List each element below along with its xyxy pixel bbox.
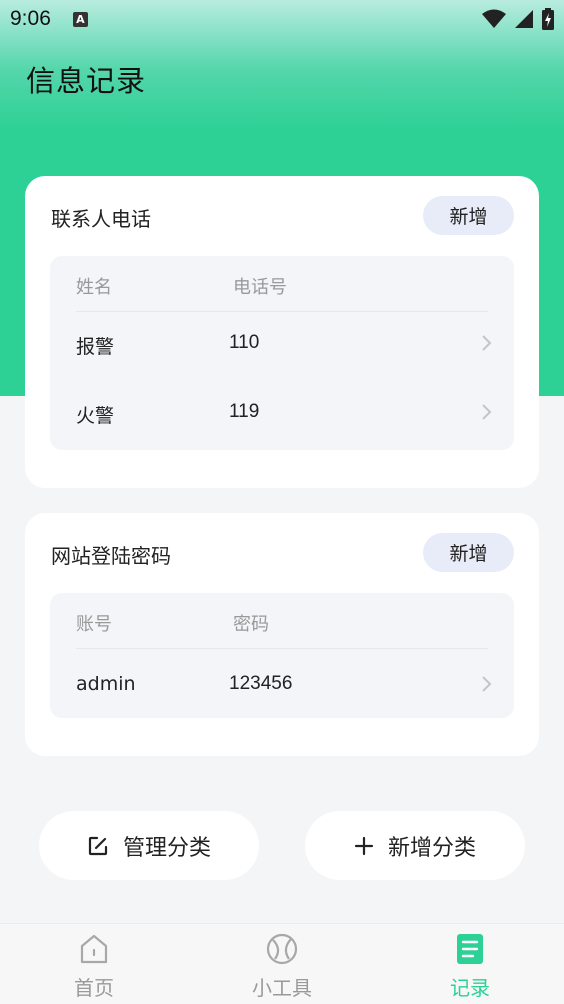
tab-label: 首页 [74,976,114,1000]
contacts-card-title: 联系人电话 [51,207,151,231]
row-name: 火警 [76,405,115,427]
battery-icon [542,8,554,30]
add-contact-button[interactable]: 新增 [423,196,514,235]
manage-category-label: 管理分类 [122,835,211,861]
row-value: 123456 [229,673,293,694]
table-header: 姓名 电话号 [50,256,514,312]
passwords-table: 账号 密码 admin 123456 [50,593,514,718]
home-icon [80,934,108,964]
chevron-right-icon [482,335,492,351]
divider [76,648,488,649]
column-header-phone: 电话号 [233,277,287,298]
edit-icon [88,836,108,855]
tab-label: 记录 [450,976,490,1000]
add-password-button[interactable]: 新增 [423,533,514,572]
bottom-tab-bar: 首页 小工具 记录 [0,923,564,1004]
passwords-card-title: 网站登陆密码 [51,544,171,568]
table-row[interactable]: admin 123456 [50,653,514,715]
table-row[interactable]: 报警 110 [50,312,514,374]
row-value: 110 [229,332,260,353]
table-row[interactable]: 火警 119 [50,381,514,443]
tab-label: 小工具 [252,976,312,1000]
manage-category-button[interactable]: 管理分类 [39,811,259,880]
row-name: 报警 [76,336,115,358]
status-icons [482,8,554,30]
column-header-name: 姓名 [76,277,112,298]
passwords-card: 网站登陆密码 新增 账号 密码 admin 123456 [25,513,539,756]
new-category-button[interactable]: 新增分类 [305,811,525,880]
chevron-right-icon [482,404,492,420]
contacts-card: 联系人电话 新增 姓名 电话号 报警 110 火警 119 [25,176,539,488]
table-header: 账号 密码 [50,593,514,649]
notification-icon: A [72,11,88,27]
status-time: 9:06 [10,7,51,30]
chevron-right-icon [482,676,492,692]
status-bar: 9:06 A [0,0,564,38]
row-name: admin [76,673,136,695]
tab-tools[interactable]: 小工具 [222,932,342,1001]
row-value: 119 [229,401,260,422]
column-header-password: 密码 [233,614,269,635]
tab-record[interactable]: 记录 [410,932,530,1001]
contacts-table: 姓名 电话号 报警 110 火警 119 [50,256,514,450]
page-title: 信息记录 [26,64,147,98]
column-header-account: 账号 [76,614,112,635]
plus-icon [354,836,374,855]
new-category-label: 新增分类 [387,835,476,861]
wifi-icon [482,9,506,28]
tools-icon [266,933,298,965]
record-icon [457,934,483,964]
signal-icon [515,10,533,28]
tab-home[interactable]: 首页 [34,932,154,1001]
